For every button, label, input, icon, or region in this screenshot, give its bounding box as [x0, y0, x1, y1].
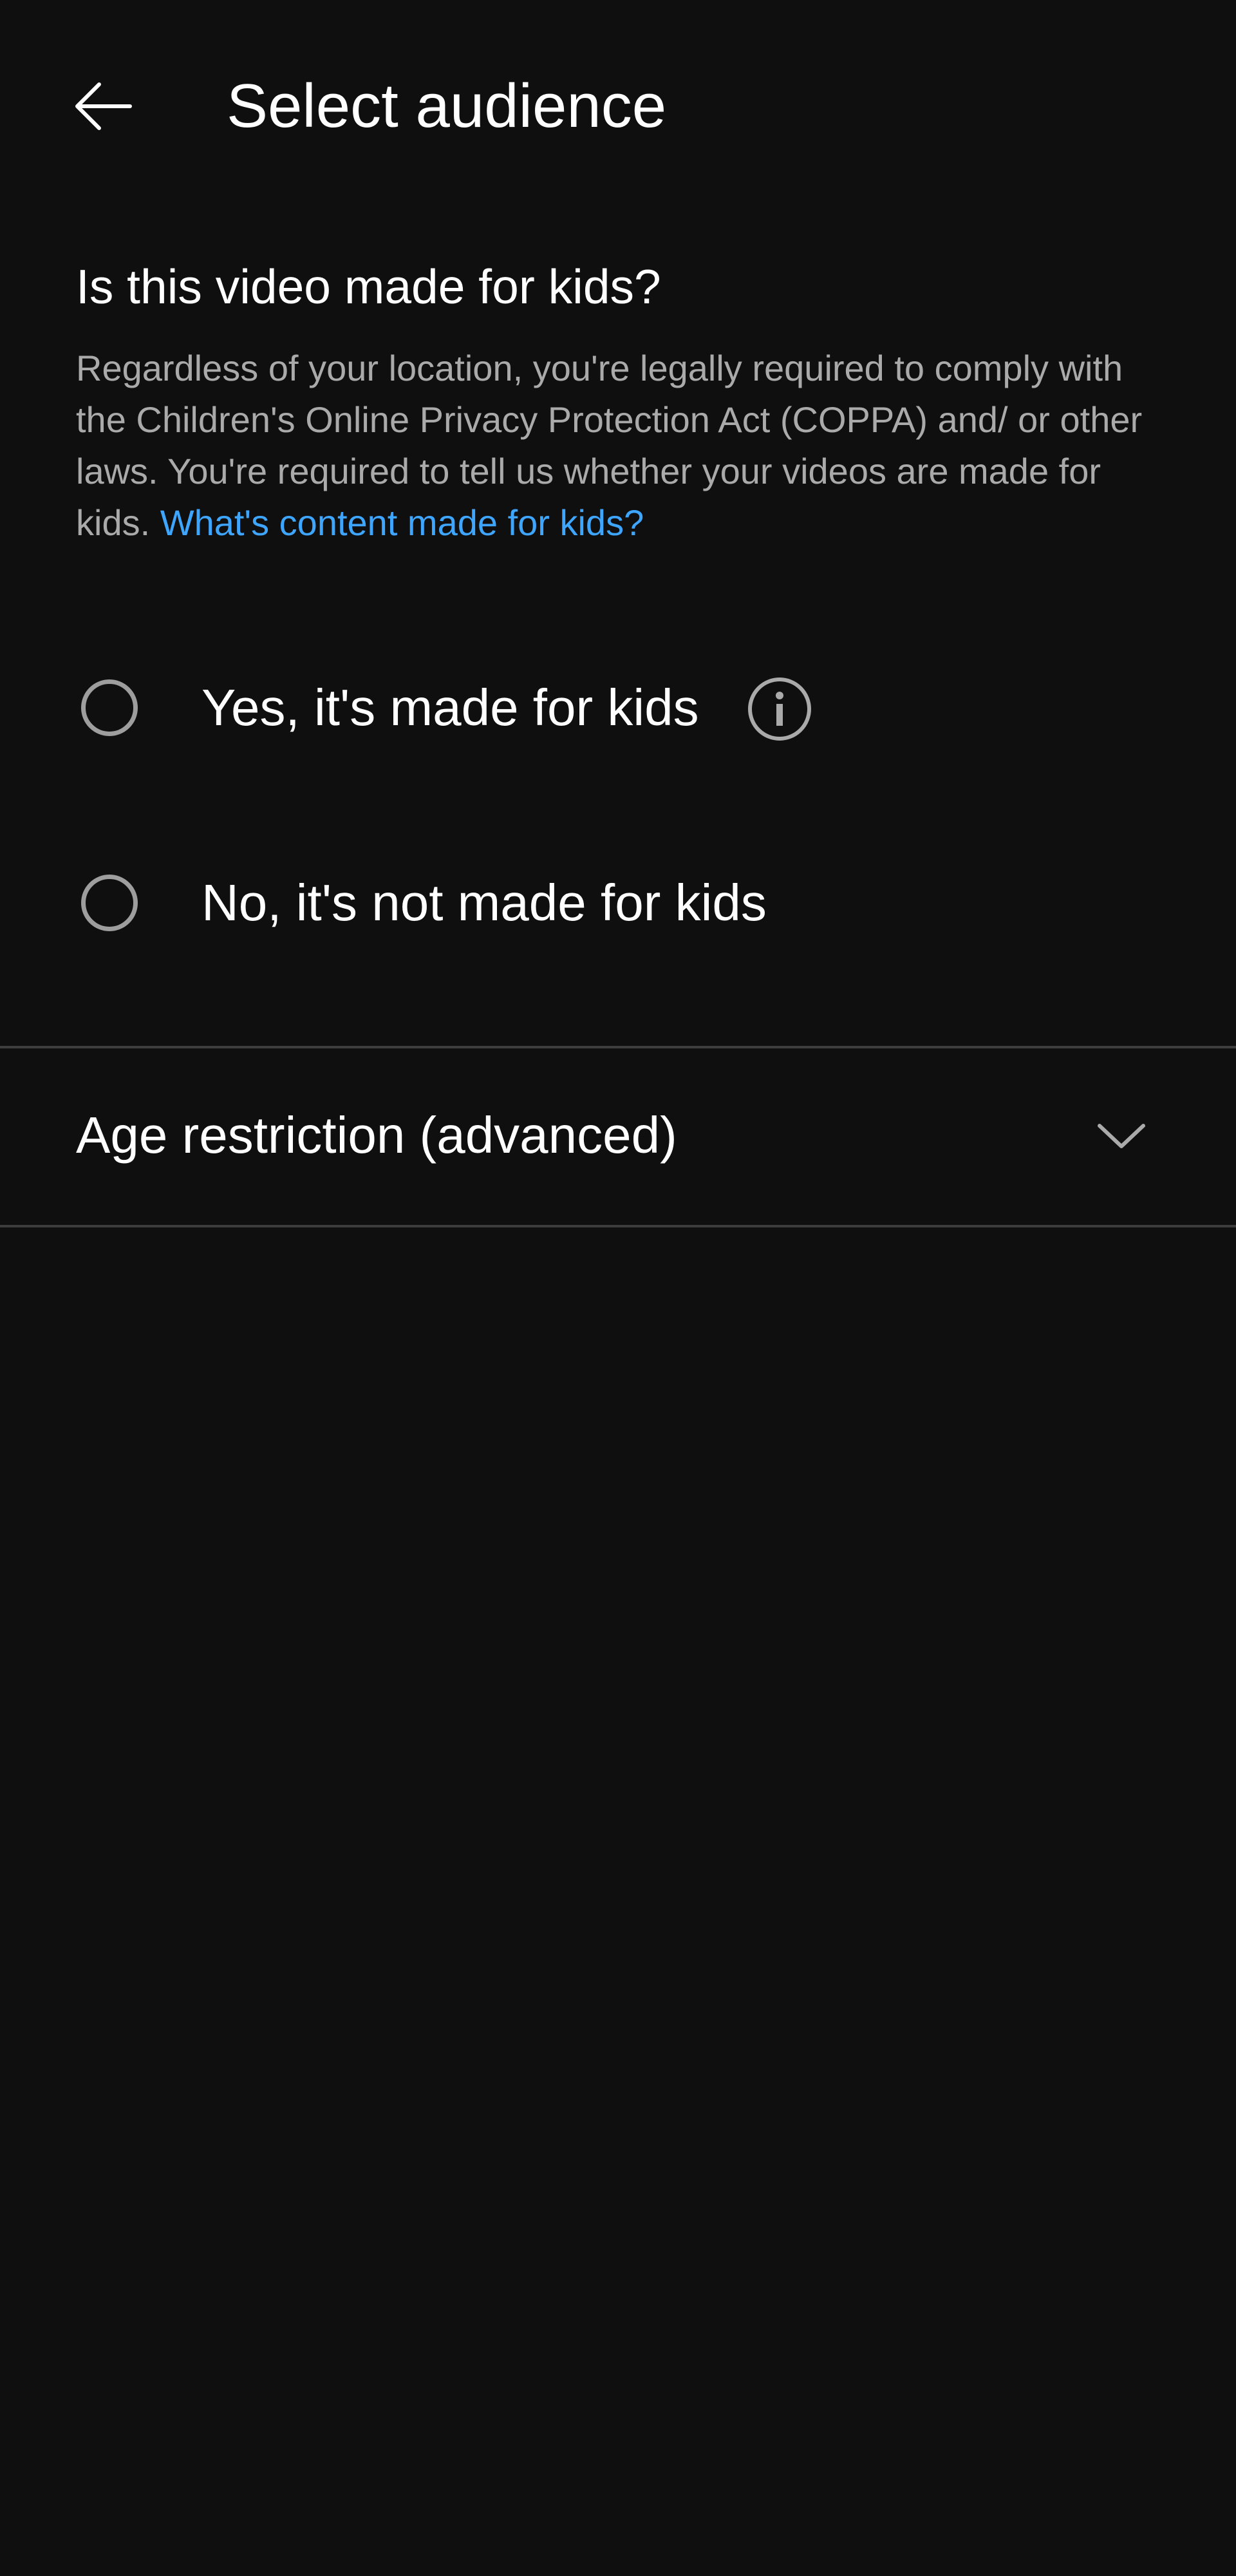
back-button[interactable]: [52, 55, 154, 158]
option-not-made-for-kids-label: No, it's not made for kids: [201, 874, 767, 931]
page-title: Select audience: [227, 71, 667, 140]
age-restriction-expander[interactable]: Age restriction (advanced): [0, 1048, 1236, 1225]
chevron-down-icon: [1094, 1113, 1148, 1158]
audience-section: Is this video made for kids? Regardless …: [76, 251, 1170, 549]
radio-made-for-kids[interactable]: [81, 679, 138, 736]
age-restriction-label: Age restriction (advanced): [76, 1106, 677, 1164]
radio-not-made-for-kids[interactable]: [81, 875, 138, 931]
option-made-for-kids[interactable]: Yes, it's made for kids: [0, 639, 1236, 787]
option-not-made-for-kids[interactable]: No, it's not made for kids: [0, 834, 1236, 982]
info-icon[interactable]: [747, 676, 812, 742]
divider: [0, 1225, 1236, 1227]
made-for-kids-help-link[interactable]: What's content made for kids?: [160, 502, 644, 543]
kids-question: Is this video made for kids?: [76, 260, 661, 314]
coppa-description: Regardless of your location, you're lega…: [76, 343, 1170, 549]
option-made-for-kids-label: Yes, it's made for kids: [201, 679, 699, 736]
arrow-left-icon: [73, 80, 133, 132]
app-bar: Select audience: [0, 0, 1236, 213]
